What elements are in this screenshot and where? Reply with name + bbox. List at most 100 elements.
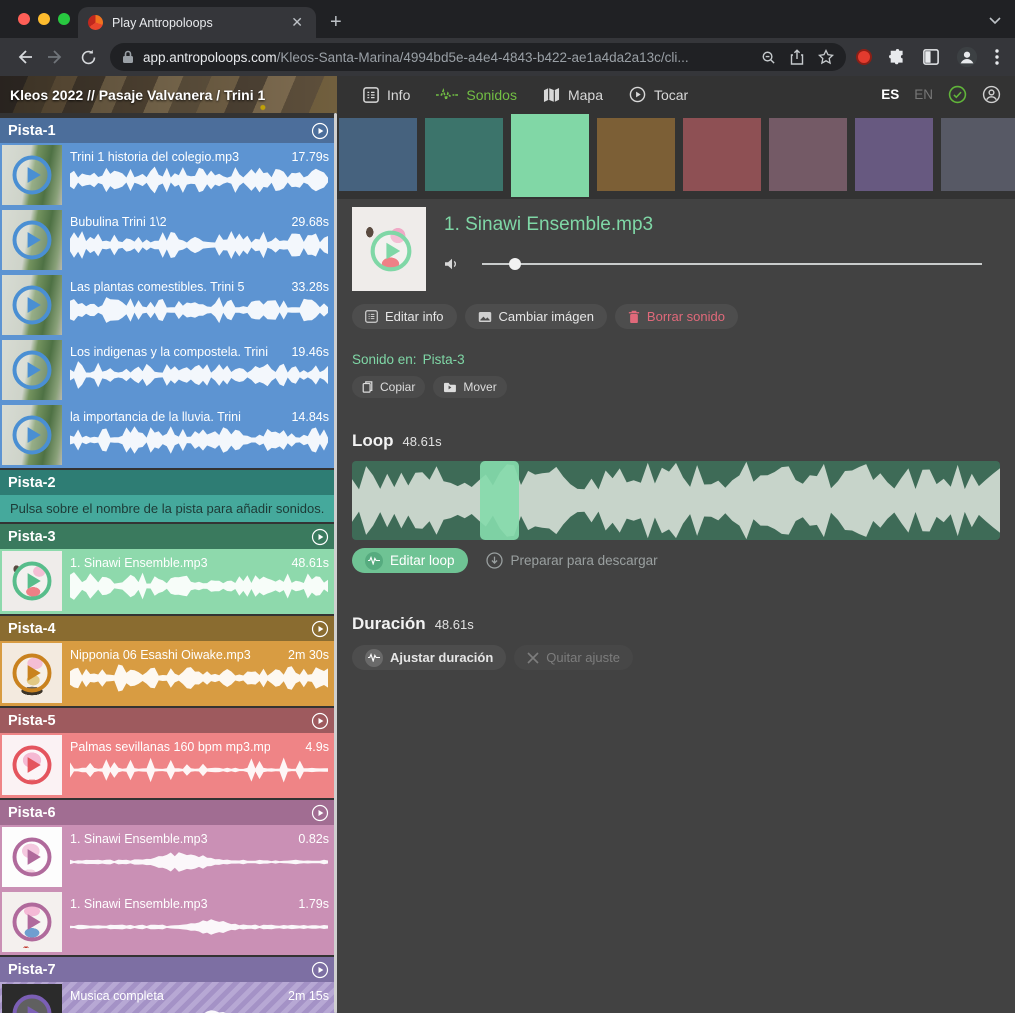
clip-title: Los indigenas y la compostela. Trini [70,345,268,359]
change-image-button[interactable]: Cambiar imágen [465,304,607,329]
address-bar[interactable]: app.antropoloops.com/Kleos-Santa-Marina/… [110,43,846,71]
clip-row[interactable]: Los indigenas y la compostela. Trini19.4… [0,338,337,403]
browser-tab[interactable]: Play Antropoloops ✕ [78,7,316,38]
track-play-button[interactable] [311,620,329,638]
clip-play-button[interactable] [11,349,53,396]
account-icon[interactable] [982,85,1001,104]
tab-tocar[interactable]: Tocar [629,86,688,103]
clip-thumbnail [2,643,62,703]
saved-check-icon[interactable] [948,85,967,104]
browser-toolbar: app.antropoloops.com/Kleos-Santa-Marina/… [0,38,1015,76]
track-list: Pista-1Trini 1 historia del colegio.mp31… [0,118,337,1013]
map-preview-breadcrumb[interactable]: Kleos 2022 // Pasaje Valvanera / Trini 1 [0,76,337,113]
track-color-swatch-2[interactable] [425,118,503,191]
track-color-swatch-7[interactable] [855,118,933,191]
track-play-button[interactable] [311,961,329,979]
track-color-swatch-4[interactable] [597,118,675,191]
clip-play-button[interactable] [11,993,53,1013]
loop-selection-band[interactable] [480,461,519,540]
track-play-button[interactable] [311,804,329,822]
forward-button[interactable] [40,41,72,73]
loop-waveform-panel[interactable] [352,461,1000,540]
reload-button[interactable] [72,41,104,73]
track-color-swatch-5[interactable] [683,118,761,191]
play-circle-icon [11,219,53,261]
track-link[interactable]: Pista-3 [423,352,465,367]
track-header-pista-7[interactable]: Pista-7 [0,957,337,982]
clip-thumbnail [2,210,62,270]
delete-sound-button[interactable]: Borrar sonido [615,304,738,329]
clip-play-button[interactable] [11,154,53,201]
track-play-button[interactable] [311,712,329,730]
clip-row[interactable]: Musica completa2m 15s [0,982,337,1013]
remove-adjust-button[interactable]: Quitar ajuste [514,645,633,670]
edit-loop-button[interactable]: Editar loop [352,548,468,573]
track-header-pista-3[interactable]: Pista-3 [0,524,337,549]
side-panel-icon[interactable] [923,49,939,65]
play-circle-icon [11,414,53,456]
back-button[interactable] [8,41,40,73]
record-extension-icon[interactable] [856,49,872,65]
browser-tab-strip: Play Antropoloops ✕ + [0,0,1015,38]
clip-row[interactable]: Bubulina Trini 1\229.68s [0,208,337,273]
sound-thumbnail[interactable] [352,207,426,291]
track-play-button[interactable] [311,528,329,546]
track-color-swatch-6[interactable] [769,118,847,191]
tab-info[interactable]: Info [363,87,410,103]
clip-row[interactable]: Trini 1 historia del colegio.mp317.79s [0,143,337,208]
tab-mapa[interactable]: Mapa [543,87,603,103]
clip-play-button[interactable] [11,901,53,948]
track-color-swatch-1[interactable] [339,118,417,191]
sidebar-scrollbar[interactable] [334,113,337,1013]
clip-play-button[interactable] [11,219,53,266]
zoom-page-icon[interactable] [761,50,776,65]
clip-waveform [70,360,328,390]
tab-search-chevron-icon[interactable] [989,12,1001,30]
profile-avatar-icon[interactable] [956,46,978,68]
track-color-swatch-3[interactable] [511,114,589,197]
clip-row[interactable]: 1. Sinawi Ensemble.mp30.82s [0,825,337,890]
track-header-pista-1[interactable]: Pista-1 [0,118,337,143]
clip-play-button[interactable] [11,652,53,699]
clip-row[interactable]: 1. Sinawi Ensemble.mp348.61s [0,549,337,614]
window-close-button[interactable] [18,13,30,25]
clip-row[interactable]: Las plantas comestibles. Trini 533.28s [0,273,337,338]
clip-row[interactable]: 1. Sinawi Ensemble.mp31.79s [0,890,337,955]
volume-slider-knob[interactable] [509,258,521,270]
prepare-download-button[interactable]: Preparar para descargar [486,552,658,569]
share-icon[interactable] [790,49,804,65]
copy-button[interactable]: Copiar [352,376,425,398]
bookmark-star-icon[interactable] [818,49,834,65]
clip-play-button[interactable] [11,414,53,461]
lock-icon [122,50,134,64]
new-tab-button[interactable]: + [330,12,342,32]
volume-slider[interactable] [482,263,982,265]
window-controls[interactable] [18,13,70,25]
clip-play-button[interactable] [11,744,53,791]
track-header-pista-6[interactable]: Pista-6 [0,800,337,825]
window-minimize-button[interactable] [38,13,50,25]
clip-row[interactable]: la importancia de la lluvia. Trini14.84s [0,403,337,468]
track-play-button[interactable] [311,122,329,140]
sound-play-button[interactable] [369,229,413,278]
track-header-pista-4[interactable]: Pista-4 [0,616,337,641]
clip-row[interactable]: Nipponia 06 Esashi Oiwake.mp32m 30s [0,641,337,706]
lang-en-button[interactable]: EN [914,87,933,102]
volume-icon [444,257,460,271]
browser-menu-icon[interactable] [995,49,999,65]
edit-info-button[interactable]: Editar info [352,304,457,329]
tab-sonidos[interactable]: Sonidos [436,87,517,103]
clip-play-button[interactable] [11,560,53,607]
lang-es-button[interactable]: ES [881,87,899,102]
track-color-swatch-8[interactable] [941,118,1015,191]
move-button[interactable]: Mover [433,376,506,398]
track-header-pista-5[interactable]: Pista-5 [0,708,337,733]
adjust-duration-button[interactable]: Ajustar duración [352,645,506,670]
extensions-puzzle-icon[interactable] [889,49,906,66]
tab-close-icon[interactable]: ✕ [288,14,306,31]
track-header-pista-2[interactable]: Pista-2 [0,470,337,495]
clip-row[interactable]: Palmas sevillanas 160 bpm mp3.mp34.9s [0,733,337,798]
clip-play-button[interactable] [11,836,53,883]
window-zoom-button[interactable] [58,13,70,25]
clip-play-button[interactable] [11,284,53,331]
